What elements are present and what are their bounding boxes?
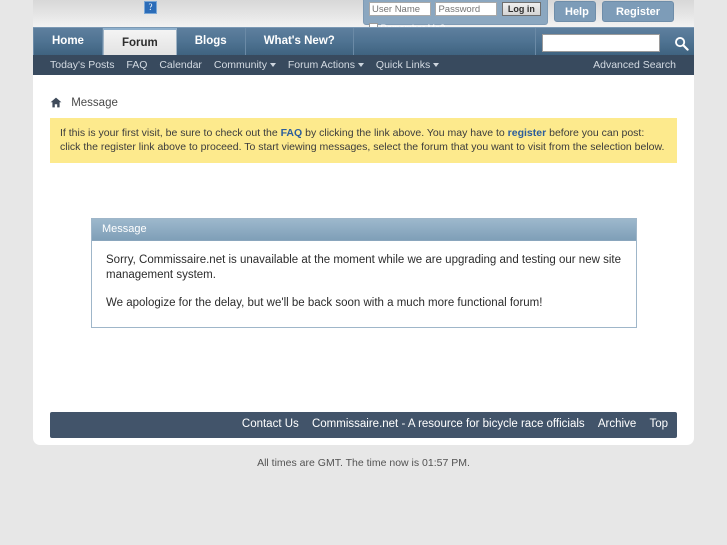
message-paragraph-2: We apologize for the delay, but we'll be… (106, 297, 543, 309)
notice-text-2: by clicking the link above. You may have… (302, 127, 508, 139)
subnav-item-forum-actions[interactable]: Forum Actions (288, 59, 364, 71)
page-root: ? Log in Remember Me? Help Register Home… (0, 0, 727, 545)
login-button[interactable]: Log in (501, 2, 541, 16)
footer-link-contact-us[interactable]: Contact Us (242, 418, 299, 430)
subnav-item-community[interactable]: Community (214, 59, 276, 71)
nav-tab-forum[interactable]: Forum (102, 28, 177, 56)
content-container: Message If this is your first visit, be … (33, 75, 694, 445)
footer-link-top[interactable]: Top (649, 418, 668, 430)
footer-link-site-description[interactable]: Commissaire.net - A resource for bicycle… (312, 418, 585, 430)
first-visit-notice: If this is your first visit, be sure to … (50, 118, 677, 163)
footer-timestamp: All times are GMT. The time now is 01:57… (257, 457, 470, 469)
message-paragraph-1: Sorry, Commissaire.net is unavailable at… (106, 254, 621, 281)
subnav-item-todays-posts[interactable]: Today's Posts (50, 59, 114, 71)
advanced-search-link[interactable]: Advanced Search (593, 59, 676, 71)
home-icon[interactable] (50, 97, 62, 111)
nav-search-area (534, 28, 694, 56)
subnav-item-quick-links[interactable]: Quick Links (375, 59, 440, 71)
subnav-quick-links-label: Quick Links (375, 59, 431, 71)
sub-nav-items: Today's Posts FAQ Calendar Community For… (50, 59, 448, 71)
chevron-down-icon (358, 63, 364, 67)
footer-link-archive[interactable]: Archive (598, 418, 636, 430)
footer-links: Contact Us Commissaire.net - A resource … (232, 418, 668, 430)
page-title: Message (71, 97, 118, 109)
message-panel-title: Message (92, 219, 636, 241)
site-logo-broken-image[interactable]: ? (144, 1, 157, 14)
message-panel: Message Sorry, Commissaire.net is unavai… (91, 218, 637, 328)
sub-navbar: Today's Posts FAQ Calendar Community For… (33, 55, 694, 75)
nav-tab-home[interactable]: Home (33, 28, 103, 56)
search-input[interactable] (541, 33, 660, 52)
subnav-item-calendar[interactable]: Calendar (159, 59, 202, 71)
message-panel-body: Sorry, Commissaire.net is unavailable at… (92, 241, 636, 327)
footer-links-bar: Contact Us Commissaire.net - A resource … (50, 412, 677, 438)
main-navbar: Home Forum Blogs What's New? (33, 27, 694, 56)
notice-register-link[interactable]: register (508, 127, 547, 139)
username-input[interactable] (369, 2, 431, 16)
nav-tab-blogs[interactable]: Blogs (177, 28, 246, 56)
nav-tab-whats-new[interactable]: What's New? (246, 28, 354, 56)
chevron-down-icon (269, 63, 276, 67)
notice-text-1: If this is your first visit, be sure to … (60, 127, 281, 139)
breadcrumb: Message (50, 97, 118, 111)
password-input[interactable] (435, 2, 498, 16)
subnav-community-label: Community (213, 59, 267, 71)
help-button[interactable]: Help (554, 1, 596, 22)
register-button[interactable]: Register (602, 1, 674, 22)
nav-tab-list: Home Forum Blogs What's New? (33, 28, 354, 56)
notice-faq-link[interactable]: FAQ (281, 127, 303, 139)
login-form: Log in Remember Me? (363, 0, 548, 33)
subnav-forum-actions-label: Forum Actions (287, 59, 355, 71)
chevron-down-icon (433, 63, 440, 67)
subnav-item-faq[interactable]: FAQ (126, 59, 147, 71)
